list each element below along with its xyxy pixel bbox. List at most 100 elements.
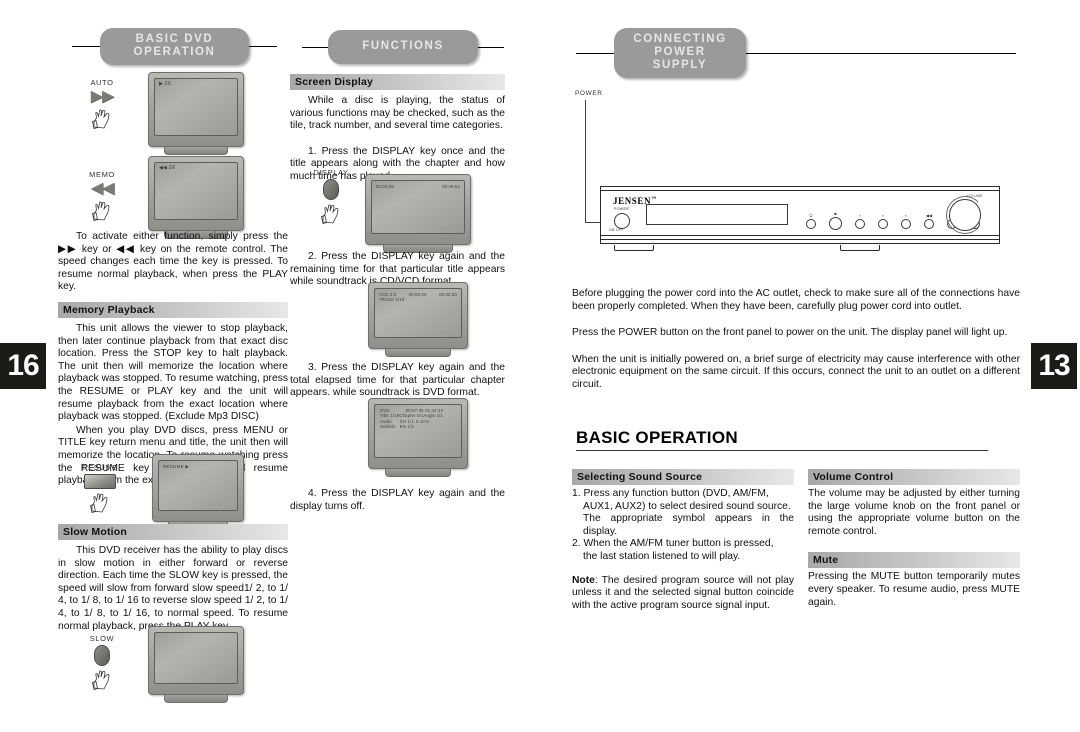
resume-button-icon[interactable]: [84, 474, 116, 489]
list-item-1b: AUX1, AUX2) to select desired sound sour…: [583, 500, 791, 512]
paragraph-step-3: 3. Press the DISPLAY key again and the t…: [290, 362, 505, 399]
tv-body: ▶ 2X ·····: [148, 72, 244, 147]
slow-button-icon[interactable]: [94, 645, 110, 666]
heading-slow-motion: Slow Motion: [58, 524, 288, 540]
paragraph-slow-motion: This DVD receiver has the ability to pla…: [58, 545, 288, 632]
tv-screen: ·····: [154, 632, 238, 684]
tv-osd-row: 00:04:08 00:49:52: [376, 184, 460, 189]
button-glyph: ◀◀: [925, 213, 933, 218]
key-label: SLOW: [89, 634, 115, 643]
key-illustration-auto: AUTO ▶▶: [76, 78, 128, 129]
paragraph-activate-function: To activate either function, simply pres…: [58, 231, 288, 293]
heading-screen-display: Screen Display: [290, 74, 505, 90]
receiver-foot-right: [840, 245, 880, 251]
tv-brand-mark: ·····: [215, 128, 227, 133]
tv-osd-remaining: 00:42:30: [439, 292, 457, 297]
tv-osd: VCD 2.0 00:00:26 00:42:30 TRACK 1/19: [379, 292, 457, 303]
tv-illustration-resume: RESUME ▶ ····: [152, 454, 244, 530]
key-label: AUTO: [90, 78, 114, 87]
power-button[interactable]: [614, 213, 630, 229]
banner-rule-right: [249, 46, 277, 47]
pointing-hand-icon: [91, 109, 113, 129]
key-illustration-resume: RESUME: [70, 463, 130, 513]
paragraph-volume-control: The volume may be adjusted by either tur…: [808, 488, 1020, 537]
tv-osd-text: ▶ 2X: [159, 81, 172, 87]
tv-body: RESUME ▶ ····: [152, 454, 244, 522]
tv-screen: RESUME ▶ ····: [158, 460, 238, 511]
tv-body: ·····: [148, 626, 244, 695]
key-illustration-slow: SLOW: [76, 634, 128, 690]
tv-osd: 00:04:08 00:49:52: [376, 184, 460, 189]
power-supply-text: Before plugging the power cord into the …: [572, 288, 1020, 392]
selecting-sound-source-block: Selecting Sound Source 1. Press any func…: [572, 469, 794, 612]
list-item-1c: The appropriate symbol appears in the di…: [583, 513, 794, 537]
tv-osd: DVD 00:07:35 01:44:34 Title 1/18 Chapter…: [380, 408, 443, 430]
key-label: MEMO: [89, 170, 115, 179]
function-button[interactable]: ⏻: [806, 213, 816, 229]
tv-brand-mark: ·····: [442, 226, 454, 231]
rewind-icon[interactable]: ◀◀: [76, 181, 128, 197]
list-item-1: 1. Press any function button (DVD, AM/FM…: [572, 488, 769, 499]
tv-osd: RESUME ▶: [163, 464, 233, 469]
paragraph-step-4: 4. Press the DISPLAY key again and the d…: [290, 488, 505, 512]
function-button[interactable]: ◀◀: [924, 213, 934, 229]
list-item-2b: the last station listened to will play.: [583, 550, 741, 562]
tv-stand: [164, 695, 228, 703]
key-illustration-display: DISPLAY: [305, 168, 357, 224]
function-button[interactable]: ▪: [878, 213, 888, 229]
tv-brand-mark: ····: [438, 449, 451, 455]
volume-control-block: Volume Control The volume may be adjuste…: [808, 469, 1020, 609]
pointing-hand-icon: [91, 670, 113, 690]
volume-knob[interactable]: [946, 196, 984, 234]
button-glyph: ■: [834, 211, 837, 216]
paragraph-memory-playback-1: This unit allows the viewer to stop play…: [58, 322, 288, 423]
display-button-icon[interactable]: [323, 179, 339, 200]
tv-osd-elapsed: 00:04:08: [376, 184, 394, 189]
tv-brand-mark: ·····: [215, 676, 227, 681]
banner-rule-right: [478, 46, 504, 48]
tv-osd-row: TRACK 1/19: [379, 297, 457, 302]
tv-osd-c3: [416, 424, 443, 429]
banner-rule-left: [72, 46, 100, 47]
button-glyph: ▪: [905, 213, 907, 218]
function-button[interactable]: ■: [829, 211, 842, 230]
tv-body: ◀◀ 2X ·····: [148, 156, 244, 231]
tv-stand: [164, 147, 228, 155]
slow-motion-block: Slow Motion This DVD receiver has the ab…: [58, 524, 288, 633]
banner-functions: FUNCTIONS: [302, 30, 507, 64]
tv-illustration-step2: VCD 2.0 00:00:26 00:42:30 TRACK 1/19 ···…: [368, 282, 468, 357]
tv-screen: 00:04:08 00:49:52 ·····: [371, 180, 465, 234]
page-number-right: 13: [1031, 343, 1077, 389]
function-button[interactable]: ▪: [901, 213, 911, 229]
paragraph-before-plugging: Before plugging the power cord into the …: [572, 288, 1020, 312]
fast-forward-icon[interactable]: ▶▶: [76, 89, 128, 105]
tv-brand-mark: ····: [214, 502, 227, 508]
tv-screen: ◀◀ 2X ·····: [154, 162, 238, 220]
tv-osd-subtitle-label: Subtitle: [380, 424, 396, 430]
banner-basic-dvd-operation: BASIC DVD OPERATION: [72, 28, 277, 65]
tv-osd-text: RESUME ▶: [163, 464, 190, 469]
key-label: RESUME: [82, 463, 118, 472]
pointing-hand-icon: [91, 201, 113, 221]
banner-connecting-power-supply: CONNECTING POWER SUPPLY: [576, 28, 1016, 78]
note-label: Note: [572, 574, 595, 586]
section-title-basic-operation: BASIC OPERATION: [576, 428, 738, 447]
function-button[interactable]: ▪: [855, 213, 865, 229]
tv-osd-elapsed: 00:00:26: [408, 292, 427, 297]
tv-brand-mark: ·····: [215, 212, 227, 217]
tv-osd-row: Subtitle EN 1/3: [380, 424, 443, 429]
tv-illustration-fast-forward: ▶ 2X ·····: [148, 72, 244, 155]
pointing-hand-icon: [89, 493, 111, 513]
brand-trademark: ™: [651, 197, 657, 202]
tv-osd-remaining: 00:49:52: [442, 184, 460, 189]
banner-label: FUNCTIONS: [328, 30, 478, 64]
paragraph-surge-warning: When the unit is initially powered on, a…: [572, 353, 1020, 390]
receiver-foot-left: [614, 245, 654, 251]
banner-rule-right: [746, 52, 1016, 54]
paragraph-screen-display: While a disc is playing, the status of v…: [290, 95, 505, 132]
tv-stand: [385, 469, 451, 477]
tv-screen: VCD 2.0 00:00:26 00:42:30 TRACK 1/19 ···…: [374, 288, 462, 338]
receiver-front-panel: JENSEN™ POWER ON OFF ⏻ ■ ▪ ▪ ▪ ◀◀ ▶▶ ▪ V…: [600, 186, 1000, 251]
callout-line-vertical: [585, 100, 586, 222]
functions-step3-text: 3. Press the DISPLAY key again and the t…: [290, 357, 505, 400]
